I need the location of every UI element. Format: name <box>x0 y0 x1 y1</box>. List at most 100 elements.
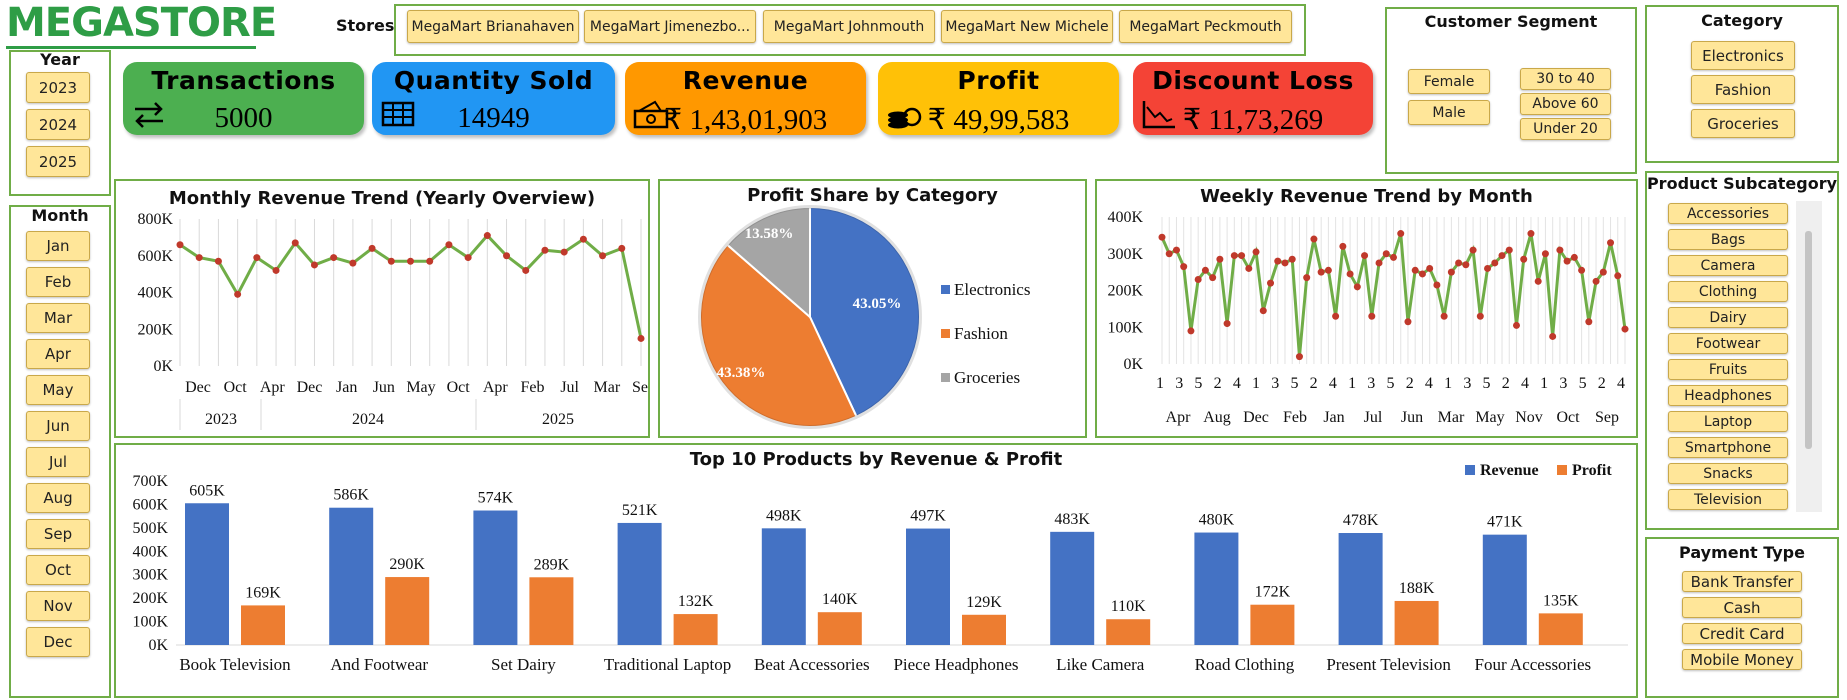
data-point <box>1295 353 1303 361</box>
month-button-may[interactable]: May <box>26 375 90 405</box>
month-axis-label: Sep <box>1595 409 1619 426</box>
payment-button[interactable]: Mobile Money <box>1682 649 1802 670</box>
subcategory-button-laptop[interactable]: Laptop <box>1668 411 1788 432</box>
profit-bar <box>1106 619 1151 645</box>
profit-value-label: 188K <box>1399 580 1435 597</box>
store-button[interactable]: MegaMart New Michele <box>941 10 1113 43</box>
x-tick-label: 1 <box>1156 375 1164 392</box>
subcategory-button-accessories[interactable]: Accessories <box>1668 203 1788 224</box>
data-point <box>1469 246 1477 254</box>
subcategory-button-footwear[interactable]: Footwear <box>1668 333 1788 354</box>
subcategory-button-snacks[interactable]: Snacks <box>1668 463 1788 484</box>
month-button-apr[interactable]: Apr <box>26 339 90 369</box>
month-button-feb[interactable]: Feb <box>26 267 90 297</box>
month-button-aug[interactable]: Aug <box>26 483 90 513</box>
category-label: Four Accessories <box>1474 655 1591 674</box>
year-axis-label: 2023 <box>205 411 237 428</box>
subcategory-button-bags[interactable]: Bags <box>1668 229 1788 250</box>
category-button-groceries[interactable]: Groceries <box>1691 109 1795 138</box>
revenue-bar <box>761 528 806 645</box>
data-point <box>445 241 453 249</box>
y-tick-label: 0K <box>153 358 173 375</box>
data-point <box>1570 253 1578 261</box>
kpi-card-profit: Profit ₹ 49,99,583 <box>878 62 1119 136</box>
data-point <box>330 254 338 262</box>
y-tick-label: 300K <box>1107 246 1143 263</box>
x-tick-label: 4 <box>1329 375 1337 392</box>
x-tick-label: Sep <box>632 379 648 396</box>
month-button-sep[interactable]: Sep <box>26 519 90 549</box>
category-button-electronics[interactable]: Electronics <box>1691 41 1795 70</box>
profit-value-label: 140K <box>822 591 858 608</box>
data-point <box>1585 318 1593 326</box>
y-tick-label: 100K <box>132 614 168 631</box>
store-button[interactable]: MegaMart Jimenezbo... <box>584 10 756 43</box>
y-tick-label: 300K <box>132 567 168 584</box>
year-button-2024[interactable]: 2024 <box>26 109 90 140</box>
category-button-fashion[interactable]: Fashion <box>1691 75 1795 104</box>
y-tick-label: 200K <box>137 321 173 338</box>
x-tick-label: 5 <box>1194 375 1202 392</box>
x-tick-label: 3 <box>1271 375 1279 392</box>
subcategory-button-camera[interactable]: Camera <box>1668 255 1788 276</box>
legend-label: Profit <box>1572 462 1612 479</box>
month-button-jun[interactable]: Jun <box>26 411 90 441</box>
year-button-2025[interactable]: 2025 <box>26 146 90 177</box>
store-button[interactable]: MegaMart Johnmouth <box>763 10 935 43</box>
month-button-dec[interactable]: Dec <box>26 627 90 657</box>
profit-bar <box>1250 604 1295 645</box>
data-point <box>253 254 261 262</box>
subcategory-scrollbar-thumb[interactable] <box>1805 231 1812 449</box>
data-point <box>618 244 626 252</box>
month-button-nov[interactable]: Nov <box>26 591 90 621</box>
kpi-card-transactions: Transactions 5000 <box>123 62 364 135</box>
subcategory-button-fruits[interactable]: Fruits <box>1668 359 1788 380</box>
revenue-bar <box>617 522 662 645</box>
age-button[interactable]: 30 to 40 <box>1520 68 1611 90</box>
subcategory-button-smartphone[interactable]: Smartphone <box>1668 437 1788 458</box>
year-button-2023[interactable]: 2023 <box>26 72 90 103</box>
age-button[interactable]: Above 60 <box>1520 93 1611 115</box>
x-tick-label: 1 <box>1540 375 1548 392</box>
month-button-oct[interactable]: Oct <box>26 555 90 585</box>
subcategory-button-television[interactable]: Television <box>1668 489 1788 510</box>
gender-button-female[interactable]: Female <box>1408 69 1490 94</box>
month-button-jul[interactable]: Jul <box>26 447 90 477</box>
data-point <box>1592 277 1600 285</box>
data-point <box>1556 246 1564 254</box>
data-point <box>1541 250 1549 258</box>
data-point <box>1353 283 1361 291</box>
month-axis-label: Apr <box>1166 409 1192 426</box>
x-tick-label: Dec <box>185 379 211 396</box>
age-button[interactable]: Under 20 <box>1520 118 1611 140</box>
logo: MegaStore <box>6 2 277 49</box>
store-button[interactable]: MegaMart Peckmouth <box>1119 10 1292 43</box>
x-tick-label: 4 <box>1233 375 1241 392</box>
subcategory-scrollbar[interactable] <box>1796 201 1822 512</box>
gender-button-male[interactable]: Male <box>1408 100 1490 125</box>
kpi-card-discount-loss: Discount Loss ₹ 11,73,269 <box>1133 62 1373 136</box>
store-button[interactable]: MegaMart Brianahaven <box>407 10 579 43</box>
x-tick-label: Apr <box>483 379 509 396</box>
x-tick-label: 2 <box>1214 375 1222 392</box>
data-point <box>1578 266 1586 274</box>
customer-segment-title: Customer Segment <box>1424 12 1598 31</box>
payment-button[interactable]: Credit Card <box>1682 623 1802 644</box>
data-point <box>1180 263 1188 271</box>
month-button-mar[interactable]: Mar <box>26 303 90 333</box>
month-axis-label: Nov <box>1515 409 1543 426</box>
subcategory-button-dairy[interactable]: Dairy <box>1668 307 1788 328</box>
data-point <box>1194 275 1202 283</box>
data-point <box>1267 279 1275 287</box>
payment-button[interactable]: Cash <box>1682 597 1802 618</box>
data-point <box>1259 307 1267 315</box>
subcategory-button-clothing[interactable]: Clothing <box>1668 281 1788 302</box>
month-button-jan[interactable]: Jan <box>26 231 90 261</box>
category-label: And Footwear <box>330 655 428 674</box>
subcategory-button-headphones[interactable]: Headphones <box>1668 385 1788 406</box>
data-point <box>1563 257 1571 265</box>
profit-value-label: 110K <box>1111 598 1146 615</box>
data-point <box>1433 281 1441 289</box>
payment-button[interactable]: Bank Transfer <box>1682 571 1802 592</box>
profit-share-chart: 43.05% 43.38% 13.58% Electronics Fashion Groc… <box>698 205 1030 429</box>
